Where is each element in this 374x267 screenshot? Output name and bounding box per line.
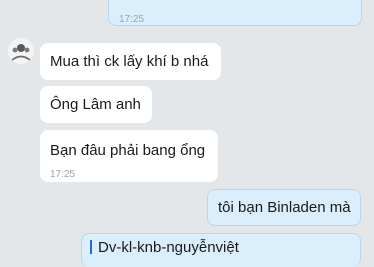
- chat-conversation: 17:25 Mua thì ck lấy khí b nhá Ông Lâm a…: [0, 0, 374, 267]
- message-incoming[interactable]: Mua thì ck lấy khí b nhá: [40, 43, 221, 80]
- message-outgoing[interactable]: tôi bạn Binladen mà: [207, 189, 361, 226]
- avatar[interactable]: [8, 38, 34, 64]
- message-time: 17:25: [119, 14, 145, 25]
- message-incoming[interactable]: Ông Lâm anh: [40, 86, 152, 123]
- avatar-image-icon: [11, 44, 31, 61]
- reply-quote-text: Dv-kl-knb-nguyễnviệt: [98, 239, 239, 256]
- message-text: Bạn đâu phải bang ổng: [50, 142, 206, 159]
- message-text: Ông Lâm anh: [50, 96, 141, 113]
- message-text: Mua thì ck lấy khí b nhá: [50, 53, 209, 70]
- message-time: 17:25: [50, 169, 76, 180]
- message-text: tôi bạn Binladen mà: [218, 199, 351, 216]
- reply-quote-bar: [90, 240, 92, 254]
- message-outgoing-reply[interactable]: Dv-kl-knb-nguyễnviệt: [81, 233, 361, 267]
- message-incoming[interactable]: Bạn đâu phải bang ổng 17:25: [40, 130, 218, 182]
- message-outgoing[interactable]: 17:25: [108, 0, 362, 26]
